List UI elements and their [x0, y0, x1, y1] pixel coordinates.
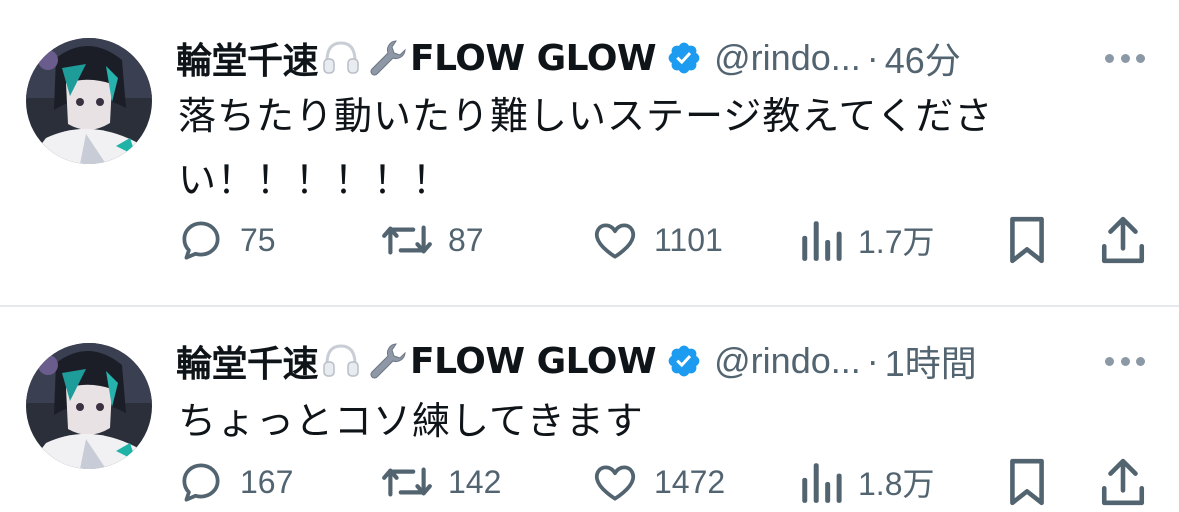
retweet-button[interactable]: 142 [380, 452, 501, 512]
tweet-header: 輪堂千速 FLOW GLOW @rindo... · 1時間 [176, 336, 977, 386]
analytics-icon [802, 463, 842, 503]
action-bar: 75 87 1101 1.7万 [0, 210, 1179, 270]
separator: · [866, 340, 879, 381]
views-button[interactable]: 1.8万 [798, 452, 935, 512]
avatar[interactable] [26, 343, 152, 469]
display-name[interactable]: 輪堂千速 [176, 32, 319, 84]
reply-icon [182, 463, 220, 502]
retweet-icon [382, 467, 432, 497]
tweet[interactable]: 輪堂千速 FLOW GLOW @rindo... · 46分 落ちたり動いたり難… [0, 0, 1179, 306]
more-options-icon[interactable] [1105, 52, 1145, 64]
reply-button[interactable]: 75 [176, 210, 276, 270]
user-handle[interactable]: @rindo... [714, 37, 861, 79]
verified-badge-icon[interactable] [666, 343, 702, 379]
retweet-icon [382, 225, 432, 255]
headphones-emoji-icon [320, 340, 362, 382]
tweet-text: 落ちたり動いたり難しいステージ教えてくださ い！！！！！！ [178, 84, 1038, 212]
heart-icon [594, 465, 636, 501]
views-button[interactable]: 1.7万 [798, 210, 935, 270]
wrench-emoji-icon [366, 37, 408, 79]
share-icon [1101, 216, 1145, 264]
tweet[interactable]: 輪堂千速 FLOW GLOW @rindo... · 1時間 ちょっとコソ練して [0, 307, 1179, 506]
tweet-text-line-2: い！！！！！！ [178, 158, 452, 202]
separator: · [866, 37, 879, 78]
share-button[interactable] [1100, 452, 1146, 512]
action-bar: 167 142 1472 1.8万 [0, 452, 1179, 512]
display-name[interactable]: 輪堂千速 [176, 335, 319, 387]
bookmark-button[interactable] [1006, 452, 1048, 512]
user-handle[interactable]: @rindo... [714, 340, 861, 382]
share-button[interactable] [1100, 210, 1146, 270]
retweet-count: 87 [448, 221, 484, 258]
heart-icon [594, 223, 636, 259]
wrench-emoji-icon [366, 340, 408, 382]
tweet-text: ちょっとコソ練してきます [178, 399, 644, 443]
timestamp[interactable]: 1時間 [885, 335, 977, 387]
bookmark-button[interactable] [1006, 210, 1048, 270]
verified-badge-icon[interactable] [666, 40, 702, 76]
avatar[interactable] [26, 38, 152, 164]
views-count: 1.7万 [858, 224, 935, 260]
display-name-suffix[interactable]: FLOW GLOW [410, 38, 657, 79]
reply-count: 75 [240, 221, 276, 258]
reply-button[interactable]: 167 [176, 452, 293, 512]
analytics-icon [802, 221, 842, 261]
like-button[interactable]: 1101 [590, 210, 723, 270]
views-count: 1.8万 [858, 466, 935, 502]
share-icon [1101, 458, 1145, 506]
retweet-button[interactable]: 87 [380, 210, 484, 270]
timestamp[interactable]: 46分 [885, 32, 961, 84]
display-name-suffix[interactable]: FLOW GLOW [410, 341, 657, 382]
more-options-icon[interactable] [1105, 355, 1145, 367]
tweet-text-line-1: 落ちたり動いたり難しいステージ教えてくださ [178, 94, 994, 138]
headphones-emoji-icon [320, 37, 362, 79]
like-count: 1101 [654, 221, 723, 258]
bookmark-icon [1010, 216, 1044, 264]
reply-icon [182, 221, 220, 260]
like-button[interactable]: 1472 [590, 452, 725, 512]
bookmark-icon [1010, 458, 1044, 506]
tweet-header: 輪堂千速 FLOW GLOW @rindo... · 46分 [176, 33, 961, 83]
